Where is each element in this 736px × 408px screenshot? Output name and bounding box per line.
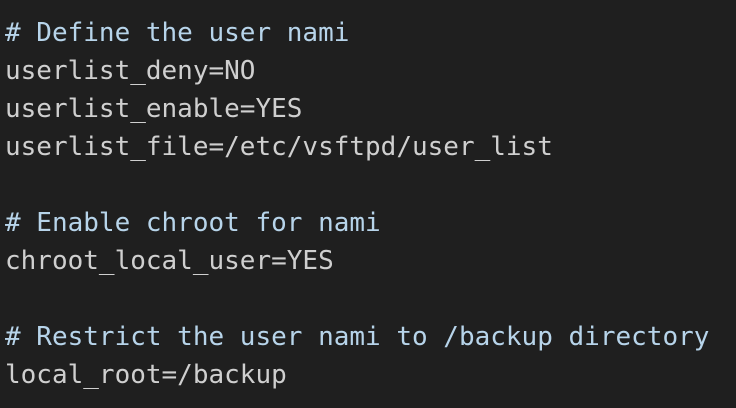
config-line-userlist-file: userlist_file=/etc/vsftpd/user_list bbox=[5, 132, 553, 162]
config-line-userlist-enable: userlist_enable=YES bbox=[5, 94, 303, 124]
comment-line-restrict-user: # Restrict the user nami to /backup dire… bbox=[5, 322, 710, 352]
comment-line-define-user: # Define the user nami bbox=[5, 18, 350, 48]
config-line-chroot-local-user: chroot_local_user=YES bbox=[5, 246, 334, 276]
config-line-local-root: local_root=/backup bbox=[5, 360, 287, 390]
comment-line-enable-chroot: # Enable chroot for nami bbox=[5, 208, 381, 238]
code-editor[interactable]: # Define the user nami userlist_deny=NO … bbox=[0, 0, 736, 408]
config-line-userlist-deny: userlist_deny=NO bbox=[5, 56, 256, 86]
